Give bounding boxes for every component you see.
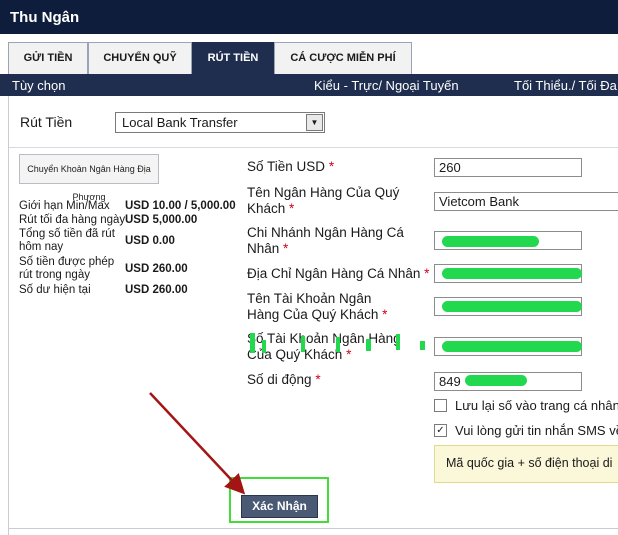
column-header-bar: Tùy chọn Kiểu - Trực/ Ngoại Tuyến Tối Th…: [0, 74, 618, 96]
branch-label: Chi Nhánh Ngân Hàng Cá Nhân *: [247, 225, 404, 256]
limit-value: USD 0.00: [125, 235, 175, 247]
sms-checkbox[interactable]: ✓: [434, 424, 447, 437]
confirm-button[interactable]: Xác Nhận: [241, 495, 318, 518]
withdraw-label: Rút Tiền: [20, 114, 73, 130]
tab-withdraw[interactable]: RÚT TIỀN: [192, 42, 274, 74]
mobile-label: Số di động *: [247, 372, 321, 387]
limit-label: Số dư hiện tại: [19, 284, 91, 296]
bank-name-label: Tên Ngân Hàng Của Quý Khách *: [247, 185, 400, 216]
redaction-mark: [442, 341, 582, 352]
amount-input[interactable]: 260: [434, 158, 582, 177]
panel-bottom-border: [9, 528, 618, 529]
limit-value: USD 260.00: [125, 284, 188, 296]
chevron-down-icon[interactable]: ▼: [306, 114, 323, 131]
limit-label: Giới hạn Min/Max: [19, 200, 110, 212]
redaction-mark: [442, 236, 539, 247]
withdraw-panel: Rút Tiền Local Bank Transfer ▼ Chuyển Kh…: [8, 96, 618, 535]
selected-method: Local Bank Transfer: [122, 115, 238, 130]
save-number-label: Lưu lại số vào trang cá nhân?: [455, 398, 618, 413]
redaction-mark: [465, 375, 527, 386]
bank-name-input[interactable]: Vietcom Bank: [434, 192, 618, 211]
header-options: Tùy chọn: [12, 78, 66, 93]
tab-deposit[interactable]: GỬI TIỀN: [8, 42, 88, 74]
account-number-label: Số Tài Khoản Ngân Hàng Của Quý Khách *: [247, 331, 401, 362]
sms-label: Vui lòng gửi tin nhắn SMS về: [455, 423, 618, 438]
tab-transfer[interactable]: CHUYỂN QUỸ: [88, 42, 192, 74]
local-bank-transfer-button[interactable]: Chuyển Khoản Ngân Hàng Địa Phương: [19, 154, 159, 202]
title-bar: Thu Ngân: [0, 0, 618, 34]
withdraw-method-select[interactable]: Local Bank Transfer ▼: [115, 112, 325, 133]
tab-free-bet[interactable]: CÁ CƯỢC MIỄN PHÍ: [274, 42, 412, 74]
limit-label: Số tiền được phép rút trong ngày: [19, 256, 115, 281]
amount-label: Số Tiền USD *: [247, 159, 335, 174]
tab-bar: GỬI TIỀN CHUYỂN QUỸ RÚT TIỀN CÁ CƯỢC MIỄ…: [0, 34, 618, 74]
limit-value: USD 5,000.00: [125, 214, 198, 226]
save-number-checkbox[interactable]: [434, 399, 447, 412]
redaction-mark: [442, 301, 582, 312]
phone-hint-note: Mã quốc gia + số điện thoại di: [434, 445, 618, 483]
limit-value: USD 260.00: [125, 263, 188, 275]
limit-label: Tổng số tiền đã rút hôm nay: [19, 228, 115, 253]
withdraw-method-row: Rút Tiền Local Bank Transfer ▼: [9, 96, 618, 148]
page-title: Thu Ngân: [10, 9, 80, 26]
redaction-mark: [442, 268, 582, 279]
account-name-label: Tên Tài Khoản Ngân Hàng Của Quý Khách *: [247, 291, 388, 322]
header-type: Kiểu - Trực/ Ngoại Tuyến: [314, 78, 459, 93]
bank-address-label: Địa Chỉ Ngân Hàng Cá Nhân *: [247, 266, 430, 281]
header-min-max: Tối Thiểu./ Tối Đa.: [514, 78, 618, 93]
limit-value: USD 10.00 / 5,000.00: [125, 200, 236, 212]
